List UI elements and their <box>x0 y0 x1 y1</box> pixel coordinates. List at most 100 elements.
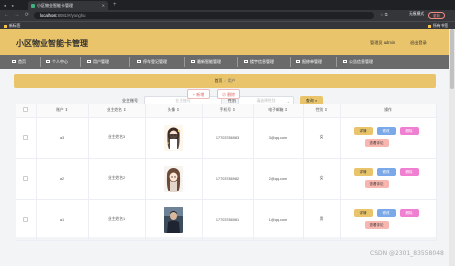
header-actions: 操作 <box>340 104 437 118</box>
delete-button[interactable]: 删除 <box>399 167 419 176</box>
header-select[interactable] <box>16 104 37 118</box>
cell-avatar <box>145 117 203 159</box>
search-icon: ⌕ <box>314 98 318 103</box>
select-all-checkbox[interactable] <box>23 107 29 113</box>
logout-link[interactable]: 退出登录 <box>410 40 427 46</box>
nav-item-building[interactable]: 楼宇信息管理 <box>244 55 274 69</box>
nav-buttons[interactable]: ← → ⟳ <box>4 12 31 18</box>
edit-button[interactable]: 修改 <box>376 208 396 217</box>
app-page: 小区物业智能卡管理 管理员 admin 退出登录 首页 个人中心 用户管理 停车… <box>0 29 455 266</box>
wrench-icon <box>296 60 300 64</box>
cell-email: 2@qq.com <box>253 158 304 200</box>
main-nav: 首页 个人中心 用户管理 停车登记管理 最新智能管理 楼宇信息管理 报修单管理 … <box>0 55 455 69</box>
cell-account: a3 <box>36 117 89 159</box>
review-button[interactable]: 查看评论 <box>364 220 389 229</box>
header-name[interactable]: 业主姓名 ⇕ <box>88 104 146 118</box>
header-avatar[interactable]: 头像 ⇕ <box>145 104 203 118</box>
header-phone[interactable]: 手机号 ⇕ <box>202 104 254 118</box>
tab-bar: ● ● 小区物业智能卡管理 ✕ + <box>0 0 455 10</box>
folder-icon <box>4 24 7 28</box>
avatar[interactable] <box>164 165 183 192</box>
cell-phone: 17703786983 <box>202 117 254 159</box>
browser-tab[interactable]: 小区物业智能卡管理 ✕ <box>28 1 108 10</box>
cell-avatar <box>145 199 203 241</box>
cell-email: 1@qq.com <box>253 199 304 241</box>
cell-avatar <box>145 158 203 200</box>
header-account[interactable]: 账户 ⇕ <box>36 104 89 118</box>
nav-item-users[interactable]: 用户管理 <box>87 55 109 69</box>
building-icon <box>244 60 248 64</box>
home-icon <box>12 60 16 64</box>
header-email[interactable]: 电子邮箱 ⇕ <box>253 104 304 118</box>
cell-name: 业主姓名2 <box>88 158 146 200</box>
detail-button[interactable]: 详情 <box>353 126 373 135</box>
tab-title: 小区物业智能卡管理 <box>37 3 73 8</box>
url-field[interactable]: localhost:8081/#/yonghu <box>34 12 374 19</box>
review-button[interactable]: 查看评论 <box>364 179 389 188</box>
nav-item-parking[interactable]: 停车登记管理 <box>137 55 167 69</box>
detail-button[interactable]: 详情 <box>353 208 373 217</box>
delete-icon: ⊘ <box>221 92 226 97</box>
row-checkbox[interactable] <box>23 175 29 181</box>
nav-item-home[interactable]: 首页 <box>12 55 26 69</box>
users-icon <box>87 60 91 64</box>
nav-item-repair[interactable]: 报修单管理 <box>296 55 322 69</box>
cell-name: 业主姓名1 <box>88 199 146 241</box>
user-info: 管理员 admin <box>370 40 396 45</box>
batch-delete-button[interactable]: ⊘ 删除 <box>217 89 240 99</box>
review-button[interactable]: 查看评论 <box>364 138 389 147</box>
table-row: a1 业主姓名1 17703786981 1@qq.com 男 详情 修改 删除… <box>16 199 437 241</box>
user-table: 账户 ⇕ 业主姓名 ⇕ 头像 ⇕ 手机号 ⇕ 电子邮箱 ⇕ 性别 ⇕ 操作 a3… <box>16 104 437 241</box>
cell-name: 业主姓名3 <box>88 117 146 159</box>
cell-actions: 详情 修改 删除 查看评论 <box>340 158 437 200</box>
edit-button[interactable]: 修改 <box>376 167 396 176</box>
breadcrumb: 首页 / 用户 <box>14 74 436 88</box>
card-icon <box>191 60 195 64</box>
address-bar-row: ← → ⟳ localhost:8081/#/yonghu ☆ ⧉ 无痕模式 更… <box>0 10 455 21</box>
delete-button[interactable]: 删除 <box>399 126 419 135</box>
nav-item-profile[interactable]: 个人中心 <box>46 55 68 69</box>
table-row: a2 业主姓名2 17703786982 2@qq.com 女 详情 修改 删除… <box>16 158 437 200</box>
window-controls[interactable]: ● ● <box>4 3 16 8</box>
cell-account: a1 <box>36 199 89 241</box>
edit-button[interactable]: 修改 <box>376 126 396 135</box>
car-icon <box>137 60 141 64</box>
watermark: CSDN @2301_83558048 <box>370 250 444 257</box>
cell-phone: 17703786982 <box>202 158 254 200</box>
user-icon <box>46 60 50 64</box>
detail-button[interactable]: 详情 <box>353 167 373 176</box>
bell-icon <box>343 60 347 64</box>
browser-window: ● ● 小区物业智能卡管理 ✕ + ← → ⟳ localhost:8081/#… <box>0 0 455 266</box>
nav-item-smart[interactable]: 最新智能管理 <box>191 55 221 69</box>
folder-icon <box>428 24 431 28</box>
url-path: :8081/#/yonghu <box>56 13 86 18</box>
cell-actions: 详情 修改 删除 查看评论 <box>340 117 437 159</box>
cell-phone: 17703786981 <box>202 199 254 241</box>
table-header-row: 账户 ⇕ 业主姓名 ⇕ 头像 ⇕ 手机号 ⇕ 电子邮箱 ⇕ 性别 ⇕ 操作 <box>16 104 437 118</box>
cell-gender: 男 <box>303 199 341 241</box>
table-row: a3 业主姓名3 17703786983 3@qq.com 女 详情 修改 删除… <box>16 117 437 159</box>
bookmark-star-icon[interactable]: ☆ ⧉ <box>380 12 388 17</box>
app-header: 小区物业智能卡管理 管理员 admin 退出登录 <box>0 29 455 55</box>
close-tab-icon[interactable]: ✕ <box>102 1 105 10</box>
new-tab-icon[interactable]: + <box>113 0 117 10</box>
breadcrumb-home[interactable]: 首页 <box>214 78 222 83</box>
scroll-thumb[interactable] <box>450 29 454 89</box>
add-button[interactable]: + 新增 <box>187 89 210 99</box>
page-scrollbar[interactable] <box>449 29 455 266</box>
avatar[interactable] <box>164 124 183 151</box>
profile-label[interactable]: 无痕模式 <box>409 12 424 17</box>
url-host: localhost <box>40 13 57 18</box>
cell-account: a2 <box>36 158 89 200</box>
delete-button[interactable]: 删除 <box>399 208 419 217</box>
avatar[interactable] <box>164 206 183 233</box>
row-checkbox[interactable] <box>23 216 29 222</box>
bookmarks-bar: 新标签 所有书签 <box>0 21 455 29</box>
nav-item-notice[interactable]: 公告信息管理 <box>343 55 373 69</box>
update-button[interactable]: 更新 <box>428 12 445 19</box>
row-checkbox[interactable] <box>23 134 29 140</box>
cell-gender: 女 <box>303 158 341 200</box>
header-gender[interactable]: 性别 ⇕ <box>303 104 341 118</box>
cell-email: 3@qq.com <box>253 117 304 159</box>
cell-actions: 详情 修改 删除 查看评论 <box>340 199 437 241</box>
